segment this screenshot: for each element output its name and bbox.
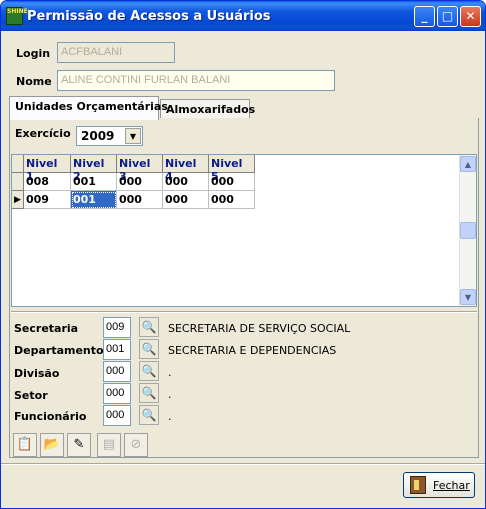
cancel-button[interactable]: ⊘: [124, 433, 148, 457]
funcionario-label: Funcionário: [14, 410, 87, 423]
funcionario-code-field[interactable]: 000: [103, 405, 131, 426]
grid-cell[interactable]: 000: [209, 173, 255, 191]
divider: [11, 311, 477, 313]
new-record-icon: 📋: [16, 437, 34, 452]
grid-cell[interactable]: 009: [24, 191, 71, 209]
edit-button[interactable]: ✎: [67, 433, 91, 457]
grid-cell[interactable]: 000: [117, 173, 163, 191]
nome-label: Nome: [16, 75, 52, 88]
window-title: Permissão de Acessos a Usuários: [27, 9, 271, 24]
edit-icon: ✎: [73, 437, 85, 452]
grid-corner: [12, 155, 24, 173]
exercicio-value: 2009: [81, 129, 115, 143]
divisao-lookup-icon[interactable]: 🔍: [139, 361, 159, 381]
grid-cell[interactable]: 000: [117, 191, 163, 209]
divisao-description: .: [168, 366, 172, 379]
login-field[interactable]: ACFBALANI: [57, 42, 175, 63]
exit-door-icon: [410, 476, 426, 494]
open-button[interactable]: 📂: [40, 433, 64, 457]
scroll-up-icon[interactable]: ▲: [460, 156, 476, 172]
tab-unidades-orcamentarias[interactable]: Unidades Orçamentárias: [9, 96, 168, 120]
nome-field[interactable]: ALINE CONTINI FURLAN BALANI: [57, 70, 335, 91]
grid-cell[interactable]: 001: [71, 173, 117, 191]
minimize-button[interactable]: _: [414, 6, 435, 27]
secretaria-label: Secretaria: [14, 322, 79, 335]
funcionario-lookup-icon[interactable]: 🔍: [139, 405, 159, 425]
chevron-down-icon[interactable]: ▼: [125, 128, 141, 144]
exercicio-label: Exercício: [15, 127, 71, 140]
grid-cell[interactable]: 000: [163, 191, 209, 209]
divisao-code-field[interactable]: 000: [103, 361, 131, 382]
column-header[interactable]: Nivel 1: [24, 155, 71, 183]
footer-divider: [1, 463, 485, 465]
new-record-button[interactable]: 📋: [13, 433, 37, 457]
column-header[interactable]: Nivel 5: [209, 155, 255, 183]
departamento-lookup-icon[interactable]: 🔍: [139, 339, 159, 359]
grid-scrollbar[interactable]: ▲ ▼: [459, 155, 476, 306]
departamento-description: SECRETARIA E DEPENDENCIAS: [168, 344, 337, 357]
app-icon: SHINE: [6, 7, 28, 25]
secretaria-lookup-icon[interactable]: 🔍: [139, 317, 159, 337]
secretaria-description: SECRETARIA DE SERVIÇO SOCIAL: [168, 322, 351, 335]
grid-cell[interactable]: 008: [24, 173, 71, 191]
login-label: Login: [16, 47, 51, 60]
fechar-button[interactable]: Fechar: [403, 472, 475, 498]
exercicio-select[interactable]: 2009 ▼: [76, 126, 143, 146]
column-header[interactable]: Nivel 4: [163, 155, 209, 183]
current-row-indicator[interactable]: ▶: [12, 191, 24, 209]
setor-description: .: [168, 388, 172, 401]
fechar-label: Fechar: [433, 479, 470, 492]
setor-lookup-icon[interactable]: 🔍: [139, 383, 159, 403]
departamento-code-field[interactable]: 001: [103, 339, 131, 360]
scroll-thumb[interactable]: [460, 222, 476, 239]
permissions-window: SHINE Permissão de Acessos a Usuários _ …: [0, 0, 486, 509]
row-indicator[interactable]: [12, 173, 24, 191]
column-header[interactable]: Nivel 2: [71, 155, 117, 183]
grid-cell[interactable]: 000: [163, 173, 209, 191]
divisao-label: Divisão: [14, 367, 60, 380]
save-icon: ▤: [102, 437, 116, 452]
setor-code-field[interactable]: 000: [103, 383, 131, 404]
column-header[interactable]: Nivel 3: [117, 155, 163, 183]
funcionario-description: .: [168, 410, 172, 423]
tab-almoxarifados[interactable]: Almoxarifados: [160, 99, 255, 120]
setor-label: Setor: [14, 389, 48, 402]
grid-cell[interactable]: 000: [209, 191, 255, 209]
grid-cell-selected[interactable]: 001: [71, 191, 117, 209]
scroll-down-icon[interactable]: ▼: [460, 289, 476, 305]
maximize-button[interactable]: □: [437, 6, 458, 27]
secretaria-code-field[interactable]: 009: [103, 317, 131, 338]
save-button[interactable]: ▤: [97, 433, 121, 457]
close-button[interactable]: ✕: [460, 6, 481, 27]
cancel-icon: ⊘: [130, 437, 142, 452]
title-bar[interactable]: SHINE Permissão de Acessos a Usuários _ …: [1, 1, 485, 31]
levels-grid[interactable]: Nivel 1 Nivel 2 Nivel 3 Nivel 4 Nivel 5 …: [11, 154, 477, 307]
open-folder-icon: 📂: [43, 437, 61, 452]
departamento-label: Departamento: [14, 344, 104, 357]
